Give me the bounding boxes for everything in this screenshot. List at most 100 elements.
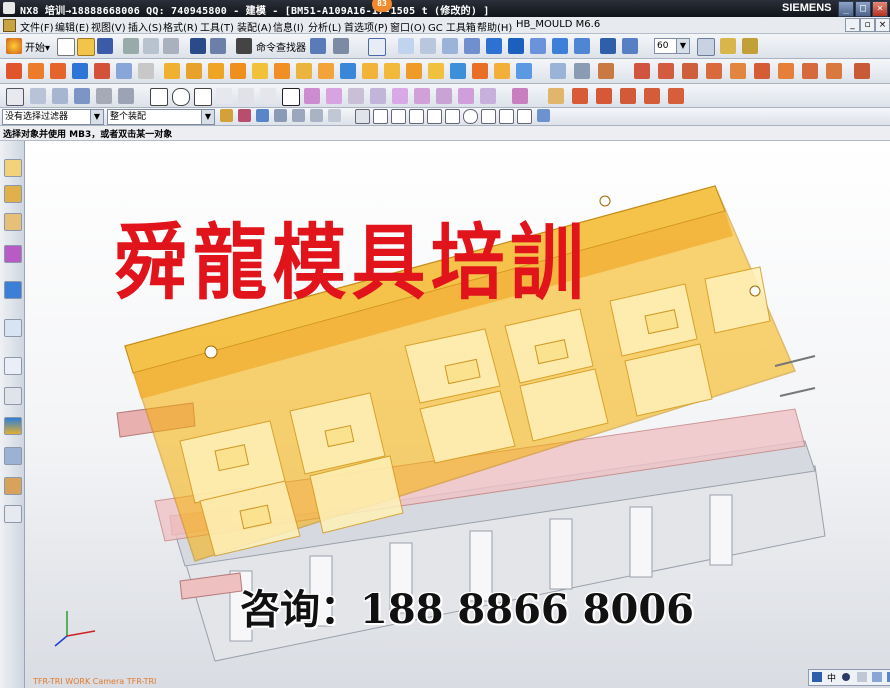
paste-icon[interactable] [163,38,179,54]
app-menu-icon[interactable] [3,19,16,32]
rib-icon[interactable] [230,63,246,79]
intersection-curve-icon[interactable] [348,88,364,104]
general-selection-icon[interactable] [220,109,233,122]
bounded-plane-icon[interactable] [96,88,112,104]
polygon-icon[interactable] [260,88,276,104]
ejector-icon[interactable] [730,63,746,79]
spline-icon[interactable] [216,88,232,104]
intersection-point-icon[interactable] [427,109,442,124]
bounded-grid-icon[interactable] [537,109,550,122]
scale-body-icon[interactable] [406,63,422,79]
point-on-face-icon[interactable] [517,109,532,124]
pocket-icon[interactable] [164,63,180,79]
shaded-edges-icon[interactable] [486,38,502,54]
n-sided-icon[interactable] [74,88,90,104]
ime-mode-label[interactable]: 中 [827,671,836,684]
unite-icon[interactable] [450,63,466,79]
endpoint-icon[interactable] [373,109,388,124]
mold-base-icon[interactable] [682,63,698,79]
menu-file[interactable]: 文件(F) [20,19,54,34]
boss-icon[interactable] [138,63,154,79]
control-point-icon[interactable] [409,109,424,124]
chamfer-icon[interactable] [274,63,290,79]
project-curve-icon[interactable] [326,88,342,104]
resize-blend-icon[interactable] [620,88,636,104]
feature-select-icon[interactable] [256,109,269,122]
wireframe-icon[interactable] [530,38,546,54]
point-on-curve-icon[interactable] [499,109,514,124]
static-wireframe-icon[interactable] [552,38,568,54]
redo-icon[interactable] [210,38,226,54]
cut-icon[interactable] [123,38,139,54]
command-finder-icon[interactable] [236,38,252,54]
pan-icon[interactable] [442,38,458,54]
midpoint-icon[interactable] [391,109,406,124]
standard-part-icon[interactable] [706,63,722,79]
pull-face-icon[interactable] [548,88,564,104]
properties-icon[interactable] [697,38,715,56]
block-icon[interactable] [72,63,88,79]
menu-help[interactable]: 帮助(H) [477,19,512,34]
offset-face-icon[interactable] [384,63,400,79]
minimize-button[interactable]: _ [838,1,854,17]
menu-preferences[interactable]: 首选项(P) [344,19,388,34]
zoom-select[interactable]: 60 ▼ [654,38,690,54]
menu-insert[interactable]: 插入(S) [128,19,162,34]
system-materials-icon[interactable] [4,387,22,405]
history-icon[interactable] [4,357,22,375]
move-face-icon[interactable] [598,63,614,79]
text-icon[interactable] [282,88,300,106]
new-file-icon[interactable] [57,38,75,56]
shaded-icon[interactable] [508,38,524,54]
point-icon[interactable] [238,88,254,104]
menu-format[interactable]: 格式(R) [163,19,198,34]
part-navigator-icon[interactable] [4,213,22,231]
assembly-navigator-icon[interactable] [4,159,22,177]
shell-icon[interactable] [318,63,334,79]
through-curves-icon[interactable] [30,88,46,104]
punctuation-icon[interactable] [842,673,850,681]
reuse-library-icon[interactable] [4,245,22,263]
keyboard-icon[interactable] [857,672,867,682]
hole-icon[interactable] [116,63,132,79]
snap-icon[interactable] [355,109,370,124]
start-menu-button[interactable]: 开始▾ [25,39,50,54]
undo-icon[interactable] [190,38,206,54]
replace-face-icon[interactable] [572,88,588,104]
rotate-icon[interactable] [464,38,480,54]
cooling-icon[interactable] [802,63,818,79]
selection-scope-select[interactable]: 整个装配 ▼ [107,109,215,125]
quadrant-icon[interactable] [463,109,478,124]
command-finder-button[interactable]: 命令查找器 [256,39,306,54]
cross-section-icon[interactable] [644,88,660,104]
start-icon[interactable] [6,38,22,54]
mold-split-icon[interactable] [658,63,674,79]
view-orientation-icon[interactable] [600,38,616,54]
menu-analysis[interactable]: 分析(L) [308,19,341,34]
revolve-icon[interactable] [50,63,66,79]
section-icon[interactable] [622,38,638,54]
subtract-icon[interactable] [472,63,488,79]
copy-icon[interactable] [143,38,159,54]
type-filter-select[interactable]: 没有选择过滤器 ▼ [2,109,104,125]
rectangle-icon[interactable] [194,88,212,106]
menu-assembly[interactable]: 装配(A) [237,19,272,34]
face-select-icon[interactable] [274,109,287,122]
curve-rule-icon[interactable] [328,109,341,122]
mirror-icon[interactable] [550,63,566,79]
fit-view-icon[interactable] [368,38,386,56]
doc-restore-button[interactable]: ▫ [860,18,875,32]
menu-edit[interactable]: 编辑(E) [55,19,89,34]
offset-curve-icon[interactable] [304,88,320,104]
menu-view[interactable]: 视图(V) [91,19,126,34]
highlight-icon[interactable] [238,109,251,122]
delete-face-icon[interactable] [596,88,612,104]
existing-point-icon[interactable] [481,109,496,124]
studio-icon[interactable] [574,38,590,54]
trim-body-icon[interactable] [340,63,356,79]
ruled-icon[interactable] [118,88,134,104]
arc-icon[interactable] [172,88,190,106]
notification-badge[interactable]: 83 [372,0,392,12]
ruler-icon[interactable] [742,38,758,54]
cylinder-icon[interactable] [94,63,110,79]
